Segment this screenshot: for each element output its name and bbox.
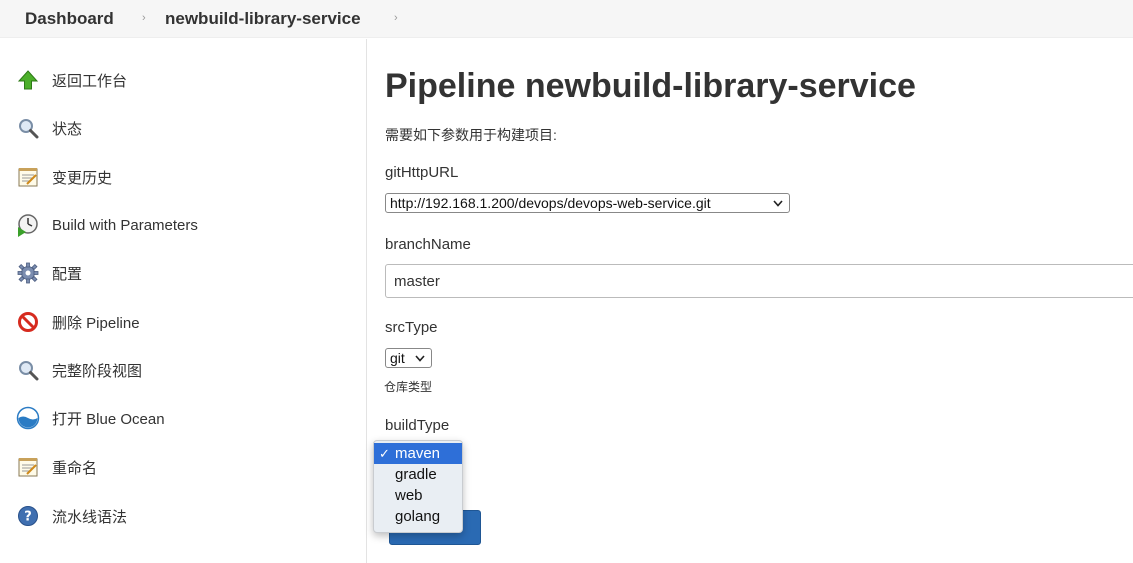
breadcrumb: Dashboard › newbuild-library-service › [0,0,1133,38]
sidebar-item-open-blue-ocean[interactable]: 打开 Blue Ocean [16,404,165,432]
no-entry-icon [16,310,40,334]
sidebar-item-label: 状态 [52,120,83,138]
sidebar-item-status[interactable]: 状态 [16,114,82,142]
breadcrumb-separator[interactable]: › [142,0,146,36]
blue-ocean-icon [16,406,40,430]
magnifier-icon [16,358,40,382]
srctype-select[interactable]: git [385,348,432,368]
sidebar-item-full-stage-view[interactable]: 完整阶段视图 [16,356,142,384]
page-title: Pipeline newbuild-library-service [385,67,916,105]
chevron-down-icon [413,351,427,365]
param-label-srctype: srcType [385,319,438,336]
githttpurl-select[interactable]: http://192.168.1.200/devops/devops-web-s… [385,193,790,213]
dropdown-option-web[interactable]: web [374,485,462,506]
sidebar-item-configure[interactable]: 配置 [16,259,82,287]
sidebar-item-label: 删除 Pipeline [52,314,140,332]
sidebar-item-delete-pipeline[interactable]: 删除 Pipeline [16,308,140,336]
sidebar: 返回工作台 状态 变更历史 Build with Parameters 配置 删… [0,39,367,563]
breadcrumb-dashboard[interactable]: Dashboard [25,0,114,38]
sidebar-item-label: 流水线语法 [52,508,128,526]
srctype-selected-value: git [390,350,405,366]
chevron-down-icon [771,196,785,210]
dropdown-option-gradle[interactable]: gradle [374,464,462,485]
sidebar-item-label: Build with Parameters [52,216,198,234]
intro-text: 需要如下参数用于构建项目: [385,127,557,143]
sidebar-item-back-to-dashboard[interactable]: 返回工作台 [16,66,127,94]
option-label: gradle [395,466,437,483]
sidebar-item-build-with-parameters[interactable]: Build with Parameters [16,211,198,239]
help-icon: ? [16,504,40,528]
magnifier-icon [16,116,40,140]
sidebar-item-pipeline-syntax[interactable]: ? 流水线语法 [16,502,127,530]
notepad-icon [16,165,40,189]
sidebar-item-label: 配置 [52,265,83,283]
svg-text:?: ? [24,510,32,525]
sidebar-item-label: 打开 Blue Ocean [52,410,165,428]
sidebar-item-label: 重命名 [52,459,98,477]
gear-icon [16,261,40,285]
sidebar-item-changes[interactable]: 变更历史 [16,163,112,191]
dropdown-option-maven[interactable]: ✓ maven [374,443,462,464]
dropdown-option-golang[interactable]: golang [374,506,462,527]
breadcrumb-separator[interactable]: › [394,0,398,36]
sidebar-item-label: 返回工作台 [52,72,128,90]
clock-play-icon [16,213,40,237]
option-label: web [395,487,423,504]
param-label-githttpurl: gitHttpURL [385,164,459,181]
param-label-branchname: branchName [385,236,471,253]
option-label: golang [395,508,441,525]
sidebar-item-rename[interactable]: 重命名 [16,453,97,481]
srctype-description: 仓库类型 [384,380,433,394]
sidebar-item-label: 完整阶段视图 [52,362,143,380]
breadcrumb-job[interactable]: newbuild-library-service [165,0,361,38]
buildtype-dropdown-list[interactable]: ✓ maven gradle web golang [373,440,463,533]
notepad-icon [16,455,40,479]
branchname-input[interactable] [385,264,1133,298]
githttpurl-selected-value: http://192.168.1.200/devops/devops-web-s… [390,195,711,211]
checkmark-icon: ✓ [379,446,390,461]
param-label-buildtype: buildType [385,417,450,434]
up-arrow-icon [16,68,40,92]
option-label: maven [395,445,441,462]
sidebar-item-label: 变更历史 [52,169,113,187]
